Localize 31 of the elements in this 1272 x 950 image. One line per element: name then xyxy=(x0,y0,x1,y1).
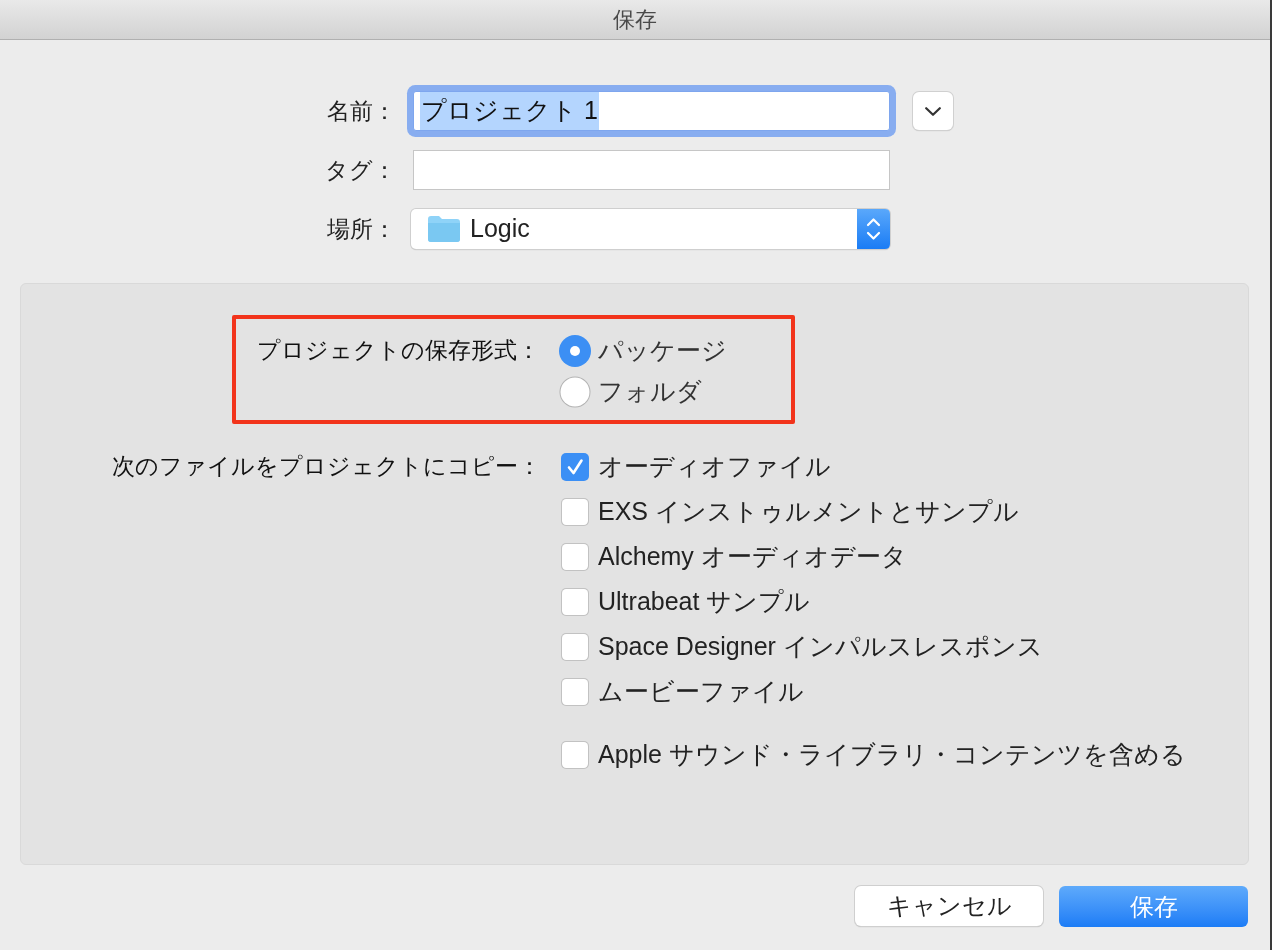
radio-button[interactable] xyxy=(559,334,591,367)
location-popup[interactable]: Logic xyxy=(411,209,890,249)
checkbox-label: Apple サウンド・ライブラリ・コンテンツを含める xyxy=(598,738,1186,770)
copy-label: 次のファイルをプロジェクトにコピー： xyxy=(112,452,541,482)
checkbox-label: Space Designer インパルスレスポンス xyxy=(598,630,1043,662)
field-label: 場所： xyxy=(327,214,396,244)
tag-field[interactable] xyxy=(413,150,890,190)
checkbox-label: Alchemy オーディオデータ xyxy=(598,540,907,572)
folder-icon xyxy=(428,216,460,242)
option-label: パッケージ xyxy=(598,334,727,366)
cancel-button[interactable]: キャンセル xyxy=(855,886,1043,926)
checkbox[interactable] xyxy=(561,497,589,526)
checkbox[interactable] xyxy=(561,587,589,616)
checkbox-label: オーディオファイル xyxy=(598,450,831,482)
window-title: 保存 xyxy=(613,6,657,34)
field-label: タグ： xyxy=(325,155,396,185)
radio-button[interactable] xyxy=(559,375,591,408)
checkbox-label: Ultrabeat サンプル xyxy=(598,585,811,617)
checkbox[interactable] xyxy=(561,542,589,571)
up-down-arrows-icon xyxy=(857,209,890,249)
checkbox[interactable] xyxy=(561,632,589,661)
checkbox-label: EXS インストゥルメントとサンプル xyxy=(598,495,1019,527)
field-label: 名前： xyxy=(327,96,396,126)
checkbox-label: ムービーファイル xyxy=(598,675,804,707)
disclosure-button[interactable] xyxy=(913,92,953,130)
checkbox[interactable] xyxy=(561,677,589,706)
format-label: プロジェクトの保存形式： xyxy=(257,336,540,366)
option-label: フォルダ xyxy=(598,375,702,407)
chevron-down-icon xyxy=(925,106,941,116)
checkbox[interactable] xyxy=(561,452,589,481)
checkbox[interactable] xyxy=(561,740,589,769)
